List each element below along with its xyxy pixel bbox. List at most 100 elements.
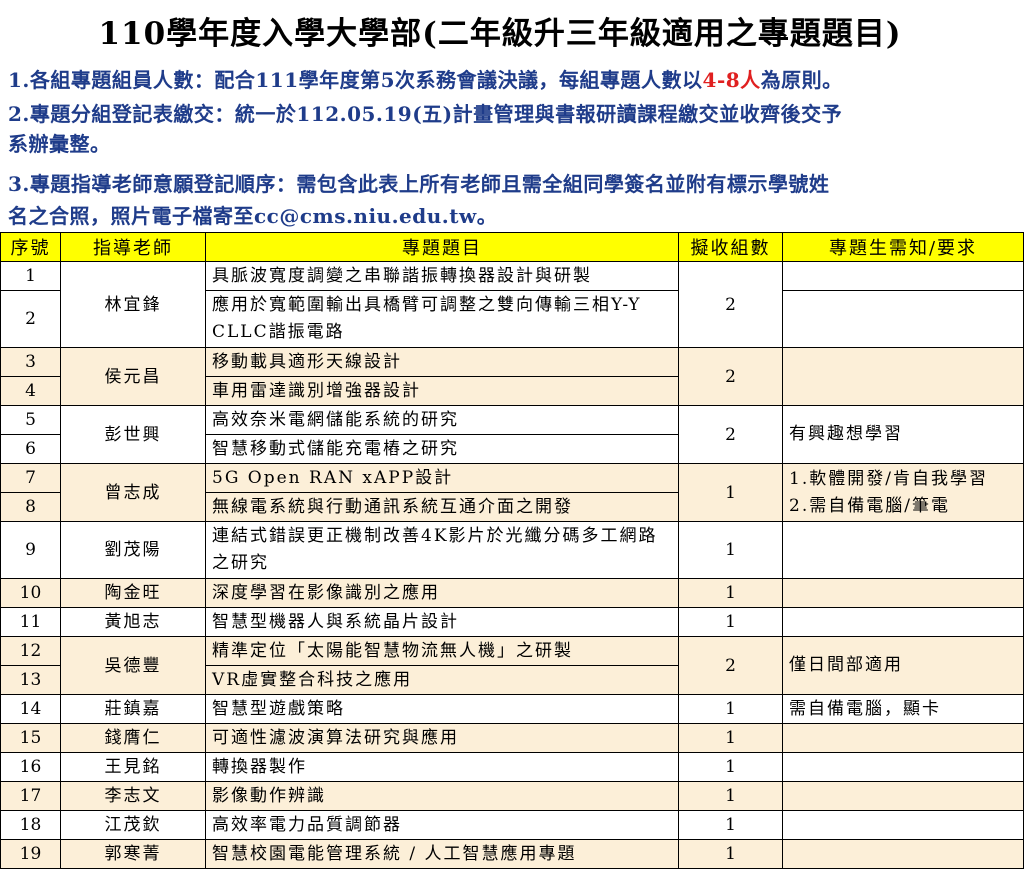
count-cell: 1 bbox=[678, 607, 783, 637]
requirement-cell bbox=[782, 723, 1024, 753]
count-cell: 1 bbox=[678, 578, 783, 608]
note-text: 1.各組專題組員人數：配合111學年度第5次系務會議決議，每組專題人數以 bbox=[8, 68, 703, 92]
row-number: 16 bbox=[0, 752, 61, 782]
topic-cell: 可適性濾波演算法研究與應用 bbox=[205, 723, 679, 753]
requirement-cell: 僅日間部適用 bbox=[782, 636, 1024, 695]
count-cell: 1 bbox=[678, 723, 783, 753]
count-cell: 1 bbox=[678, 810, 783, 840]
teacher-cell: 陶金旺 bbox=[60, 578, 206, 608]
table-row: 9 劉茂陽 連結式錯誤更正機制改善4K影片於光纖分碼多工網路之研究 1 bbox=[0, 521, 1024, 579]
note-advisor-order: 3.專題指導老師意願登記順序：需包含此表上所有老師且需全組同學簽名並附有標示學號… bbox=[8, 172, 830, 196]
row-number: 12 bbox=[0, 636, 61, 666]
topic-cell: 具脈波寬度調變之串聯諧振轉換器設計與研製 bbox=[205, 261, 679, 291]
requirement-cell bbox=[782, 578, 1024, 608]
topic-cell: 高效率電力品質調節器 bbox=[205, 810, 679, 840]
table-row: 16 王見銘 轉換器製作 1 bbox=[0, 752, 1024, 782]
table-row: 1 林宜鋒 具脈波寬度調變之串聯諧振轉換器設計與研製 2 bbox=[0, 261, 1024, 348]
requirement-line: 2.需自備電腦/筆電 bbox=[789, 495, 950, 516]
header-cell: 專題題目 bbox=[205, 232, 679, 262]
table-row: 17 李志文 影像動作辨識 1 bbox=[0, 781, 1024, 811]
teacher-cell: 林宜鋒 bbox=[60, 261, 206, 348]
row-number: 15 bbox=[0, 723, 61, 753]
requirement-cell: 1.軟體開發/肯自我學習 2.需自備電腦/筆電 bbox=[782, 463, 1024, 522]
topic-cell: 應用於寬範圍輸出具橋臂可調整之雙向傳輸三相Y-Y CLLC諧振電路 bbox=[205, 290, 679, 348]
teacher-cell: 郭寒菁 bbox=[60, 839, 206, 869]
topic-cell: VR虛實整合科技之應用 bbox=[205, 665, 679, 695]
count-cell: 2 bbox=[678, 261, 783, 348]
count-cell: 1 bbox=[678, 463, 783, 522]
teacher-cell: 侯元昌 bbox=[60, 347, 206, 406]
teacher-cell: 李志文 bbox=[60, 781, 206, 811]
row-number: 7 bbox=[0, 463, 61, 493]
note-submission-cont: 系辦彙整。 bbox=[8, 132, 111, 156]
teacher-cell: 吳德豐 bbox=[60, 636, 206, 695]
row-number: 18 bbox=[0, 810, 61, 840]
count-cell: 1 bbox=[678, 521, 783, 579]
requirement-cell bbox=[782, 839, 1024, 869]
note-advisor-order-cont: 名之合照，照片電子檔寄至cc@cms.niu.edu.tw。 bbox=[8, 204, 498, 228]
requirement-cell bbox=[782, 521, 1024, 579]
row-number: 8 bbox=[0, 492, 61, 522]
topic-cell: 連結式錯誤更正機制改善4K影片於光纖分碼多工網路之研究 bbox=[205, 521, 679, 579]
page-title: 110學年度入學大學部(二年級升三年級適用之專題題目) bbox=[98, 16, 902, 52]
table-row: 7 曾志成 5G Open RAN xAPP設計 1 1.軟體開發/肯自我學習 2… bbox=[0, 463, 1024, 522]
requirement-cell bbox=[782, 607, 1024, 637]
note-submission: 2.專題分組登記表繳交：統一於112.05.19(五)計畫管理與書報研讀課程繳交… bbox=[8, 102, 843, 126]
row-number: 19 bbox=[0, 839, 61, 869]
topic-cell: 智慧型遊戲策略 bbox=[205, 694, 679, 724]
table-row: 14 莊鎮嘉 智慧型遊戲策略 1 需自備電腦，顯卡 bbox=[0, 694, 1024, 724]
requirement-cell bbox=[782, 261, 1024, 291]
note-group-size: 1.各組專題組員人數：配合111學年度第5次系務會議決議，每組專題人數以4-8人… bbox=[8, 66, 843, 94]
row-number: 6 bbox=[0, 434, 61, 464]
header-cell: 指導老師 bbox=[60, 232, 206, 262]
table-row: 19 郭寒菁 智慧校園電能管理系統 / 人工智慧應用專題 1 bbox=[0, 839, 1024, 869]
teacher-cell: 莊鎮嘉 bbox=[60, 694, 206, 724]
note-text: 為原則。 bbox=[760, 68, 843, 92]
row-number: 17 bbox=[0, 781, 61, 811]
teacher-cell: 劉茂陽 bbox=[60, 521, 206, 579]
topic-cell: 智慧型機器人與系統晶片設計 bbox=[205, 607, 679, 637]
header-cell: 序號 bbox=[0, 232, 61, 262]
count-cell: 2 bbox=[678, 347, 783, 406]
topic-cell: 車用雷達識別增強器設計 bbox=[205, 376, 679, 406]
row-number: 5 bbox=[0, 405, 61, 435]
count-cell: 1 bbox=[678, 694, 783, 724]
requirement-line: 1.軟體開發/肯自我學習 bbox=[789, 468, 988, 489]
count-cell: 1 bbox=[678, 839, 783, 869]
requirement-cell bbox=[782, 347, 1024, 406]
table-row: 15 錢膺仁 可適性濾波演算法研究與應用 1 bbox=[0, 723, 1024, 753]
row-number: 11 bbox=[0, 607, 61, 637]
topic-cell: 智慧移動式儲能充電樁之研究 bbox=[205, 434, 679, 464]
table-row: 12 吳德豐 精準定位「太陽能智慧物流無人機」之研製 2 僅日間部適用 bbox=[0, 636, 1024, 695]
requirement-cell bbox=[782, 752, 1024, 782]
topics-table: 序號 指導老師 專題題目 擬收組數 專題生需知/要求 1 林宜鋒 具脈波寬度調變… bbox=[0, 232, 1024, 869]
table-row: 18 江茂欽 高效率電力品質調節器 1 bbox=[0, 810, 1024, 840]
teacher-cell: 黃旭志 bbox=[60, 607, 206, 637]
row-number: 10 bbox=[0, 578, 61, 608]
requirement-cell bbox=[782, 810, 1024, 840]
requirement-cell bbox=[782, 290, 1024, 348]
topic-cell: 影像動作辨識 bbox=[205, 781, 679, 811]
topic-cell: 精準定位「太陽能智慧物流無人機」之研製 bbox=[205, 636, 679, 666]
topic-cell: 5G Open RAN xAPP設計 bbox=[205, 463, 679, 493]
table-row: 10 陶金旺 深度學習在影像識別之應用 1 bbox=[0, 578, 1024, 608]
topic-cell: 智慧校園電能管理系統 / 人工智慧應用專題 bbox=[205, 839, 679, 869]
requirement-cell: 有興趣想學習 bbox=[782, 405, 1024, 464]
requirement-cell bbox=[782, 781, 1024, 811]
count-cell: 1 bbox=[678, 781, 783, 811]
table-row: 5 彭世興 高效奈米電網儲能系統的研究 2 有興趣想學習 bbox=[0, 405, 1024, 464]
topic-cell: 深度學習在影像識別之應用 bbox=[205, 578, 679, 608]
row-number: 13 bbox=[0, 665, 61, 695]
topic-cell: 轉換器製作 bbox=[205, 752, 679, 782]
table-header-row: 序號 指導老師 專題題目 擬收組數 專題生需知/要求 bbox=[0, 232, 1024, 262]
count-cell: 1 bbox=[678, 752, 783, 782]
row-number: 9 bbox=[0, 521, 61, 579]
row-number: 14 bbox=[0, 694, 61, 724]
requirement-cell: 需自備電腦，顯卡 bbox=[782, 694, 1024, 724]
row-number: 4 bbox=[0, 376, 61, 406]
row-number: 3 bbox=[0, 347, 61, 377]
teacher-cell: 曾志成 bbox=[60, 463, 206, 522]
row-number: 2 bbox=[0, 290, 61, 348]
header-cell: 擬收組數 bbox=[678, 232, 783, 262]
topic-cell: 移動載具適形天線設計 bbox=[205, 347, 679, 377]
